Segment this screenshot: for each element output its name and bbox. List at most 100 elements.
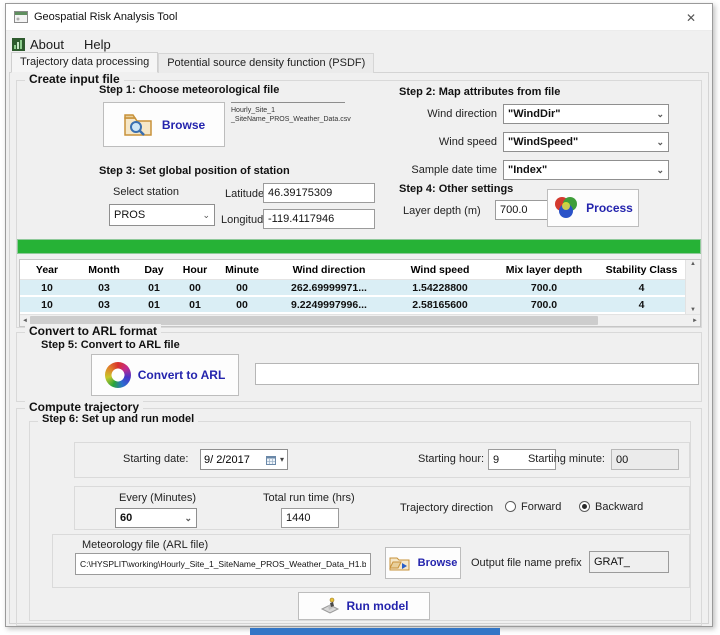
total-run-time-input[interactable] — [281, 508, 339, 528]
weather-data-table: Year Month Day Hour Minute Wind directio… — [19, 259, 701, 327]
step3-title: Step 3: Set global position of station — [99, 165, 290, 177]
col-header[interactable]: Mix layer depth — [490, 264, 598, 276]
tab-strip: Trajectory data processing Potential sou… — [11, 52, 374, 73]
output-prefix-label: Output file name prefix — [471, 557, 582, 569]
window-title: Geospatial Risk Analysis Tool — [34, 11, 177, 23]
start-time-row: Starting date: 9/ 2/2017 ▾ Starting hour… — [74, 442, 690, 478]
folder-search-icon — [123, 112, 155, 138]
met-file-input[interactable] — [75, 553, 371, 575]
group-create-input-file: Create input file Step 1: Choose meteoro… — [16, 80, 702, 328]
total-run-time-label: Total run time (hrs) — [263, 492, 355, 504]
starting-date-label: Starting date: — [123, 453, 188, 465]
selected-file-name: Hourly_Site_1 _SiteName_PROS_Weather_Dat… — [231, 102, 345, 147]
group-title: Compute trajectory — [25, 400, 143, 414]
process-label: Process — [586, 201, 633, 215]
wind-speed-label: Wind speed — [347, 136, 497, 148]
wind-direction-label: Wind direction — [347, 108, 497, 120]
rgb-circles-icon — [553, 196, 579, 220]
title-bar: Geospatial Risk Analysis Tool ✕ — [6, 4, 712, 31]
step1-title: Step 1: Choose meteorological file — [99, 84, 279, 96]
folder-open-icon — [389, 554, 411, 572]
convert-label: Convert to ARL — [138, 368, 226, 382]
step6-title: Step 6: Set up and run model — [38, 413, 198, 425]
chevron-down-icon: ⌄ — [656, 166, 664, 175]
met-file-label: Meteorology file (ARL file) — [82, 539, 208, 551]
scroll-right-icon[interactable]: ► — [692, 318, 698, 324]
group-title: Convert to ARL format — [25, 324, 161, 338]
output-prefix-input[interactable] — [589, 551, 669, 573]
table-header-row: Year Month Day Hour Minute Wind directio… — [20, 260, 685, 280]
run-model-label: Run model — [347, 599, 409, 613]
radio-checked-icon — [579, 501, 590, 512]
tab-psdf[interactable]: Potential source density function (PSDF) — [158, 53, 374, 73]
step5-title: Step 5: Convert to ARL file — [41, 339, 180, 351]
col-header[interactable]: Hour — [174, 264, 216, 276]
col-header[interactable]: Wind direction — [268, 264, 390, 276]
wind-direction-select[interactable]: "WindDir" ⌄ — [503, 104, 669, 124]
radio-unchecked-icon — [505, 501, 516, 512]
starting-hour-label: Starting hour: — [418, 453, 484, 465]
tab-trajectory-data-processing[interactable]: Trajectory data processing — [11, 52, 158, 73]
process-progress-bar — [17, 239, 701, 254]
browse-met-file-button[interactable]: Browse — [103, 102, 225, 147]
starting-minute-input[interactable] — [611, 449, 679, 470]
chevron-down-icon: ▾ — [280, 455, 284, 464]
every-minutes-label: Every (Minutes) — [119, 492, 196, 504]
chevron-down-icon: ⌄ — [656, 110, 664, 119]
close-button[interactable]: ✕ — [670, 4, 712, 31]
chevron-down-icon: ⌄ — [656, 138, 664, 147]
starting-minute-label: Starting minute: — [519, 453, 605, 465]
group-compute-trajectory: Compute trajectory Step 6: Set up and ru… — [16, 408, 702, 626]
about-icon — [12, 38, 25, 51]
table-row[interactable]: 10 03 01 01 00 9.2249997996... 2.5816560… — [20, 297, 685, 314]
browse-label: Browse — [162, 118, 205, 132]
step2-title: Step 2: Map attributes from file — [399, 86, 560, 98]
run-model-button[interactable]: Run model — [298, 592, 430, 620]
chevron-down-icon: ⌄ — [202, 211, 210, 220]
app-window: Geospatial Risk Analysis Tool ✕ About He… — [5, 3, 713, 627]
col-header[interactable]: Minute — [216, 264, 268, 276]
convert-to-arl-button[interactable]: Convert to ARL — [91, 354, 239, 396]
layer-depth-label: Layer depth (m) — [403, 205, 481, 217]
col-header[interactable]: Month — [74, 264, 134, 276]
rainbow-ring-icon — [105, 362, 131, 388]
every-minutes-select[interactable]: 60 ⌄ — [115, 508, 197, 528]
latitude-label: Latitude — [225, 188, 264, 200]
sample-date-time-label: Sample date time — [347, 164, 497, 176]
chevron-down-icon: ⌄ — [184, 514, 192, 523]
latitude-input[interactable] — [263, 183, 375, 203]
scroll-down-icon[interactable]: ▼ — [690, 307, 696, 313]
longitude-input[interactable] — [263, 209, 375, 229]
run-model-icon — [320, 597, 340, 615]
backward-radio[interactable]: Backward — [579, 501, 643, 513]
app-icon — [14, 11, 28, 23]
trajectory-direction-label: Trajectory direction — [400, 502, 493, 514]
calendar-icon — [266, 455, 276, 465]
scroll-up-icon[interactable]: ▲ — [690, 261, 696, 267]
browse-arl-button[interactable]: Browse — [385, 547, 461, 579]
browse-label: Browse — [418, 557, 458, 569]
starting-date-picker[interactable]: 9/ 2/2017 ▾ — [200, 449, 288, 470]
process-button[interactable]: Process — [547, 189, 639, 227]
group-convert-to-arl: Convert to ARL format Step 5: Convert to… — [16, 332, 702, 402]
col-header[interactable]: Wind speed — [390, 264, 490, 276]
run-settings-row: Every (Minutes) 60 ⌄ Total run time (hrs… — [74, 486, 690, 530]
taskbar-strip — [250, 628, 500, 635]
step4-title: Step 4: Other settings — [399, 183, 513, 195]
met-file-row: Meteorology file (ARL file) Browse Outpu… — [52, 534, 690, 588]
scroll-left-icon[interactable]: ◄ — [22, 318, 28, 324]
col-header[interactable]: Year — [20, 264, 74, 276]
step6-group: Step 6: Set up and run model Starting da… — [29, 421, 691, 621]
table-row[interactable]: 10 03 01 00 00 262.69999971... 1.5422880… — [20, 280, 685, 297]
wind-speed-select[interactable]: "WindSpeed" ⌄ — [503, 132, 669, 152]
menu-help[interactable]: Help — [84, 37, 111, 52]
menu-about[interactable]: About — [12, 37, 64, 52]
forward-radio[interactable]: Forward — [505, 501, 561, 513]
vertical-scrollbar[interactable]: ▲ ▼ — [685, 260, 700, 314]
select-station-label: Select station — [113, 186, 179, 198]
col-header[interactable]: Day — [134, 264, 174, 276]
station-select[interactable]: PROS ⌄ — [109, 204, 215, 226]
convert-progress-bar — [255, 363, 699, 385]
col-header[interactable]: Stability Class — [598, 264, 685, 276]
sample-date-time-select[interactable]: "Index" ⌄ — [503, 160, 669, 180]
